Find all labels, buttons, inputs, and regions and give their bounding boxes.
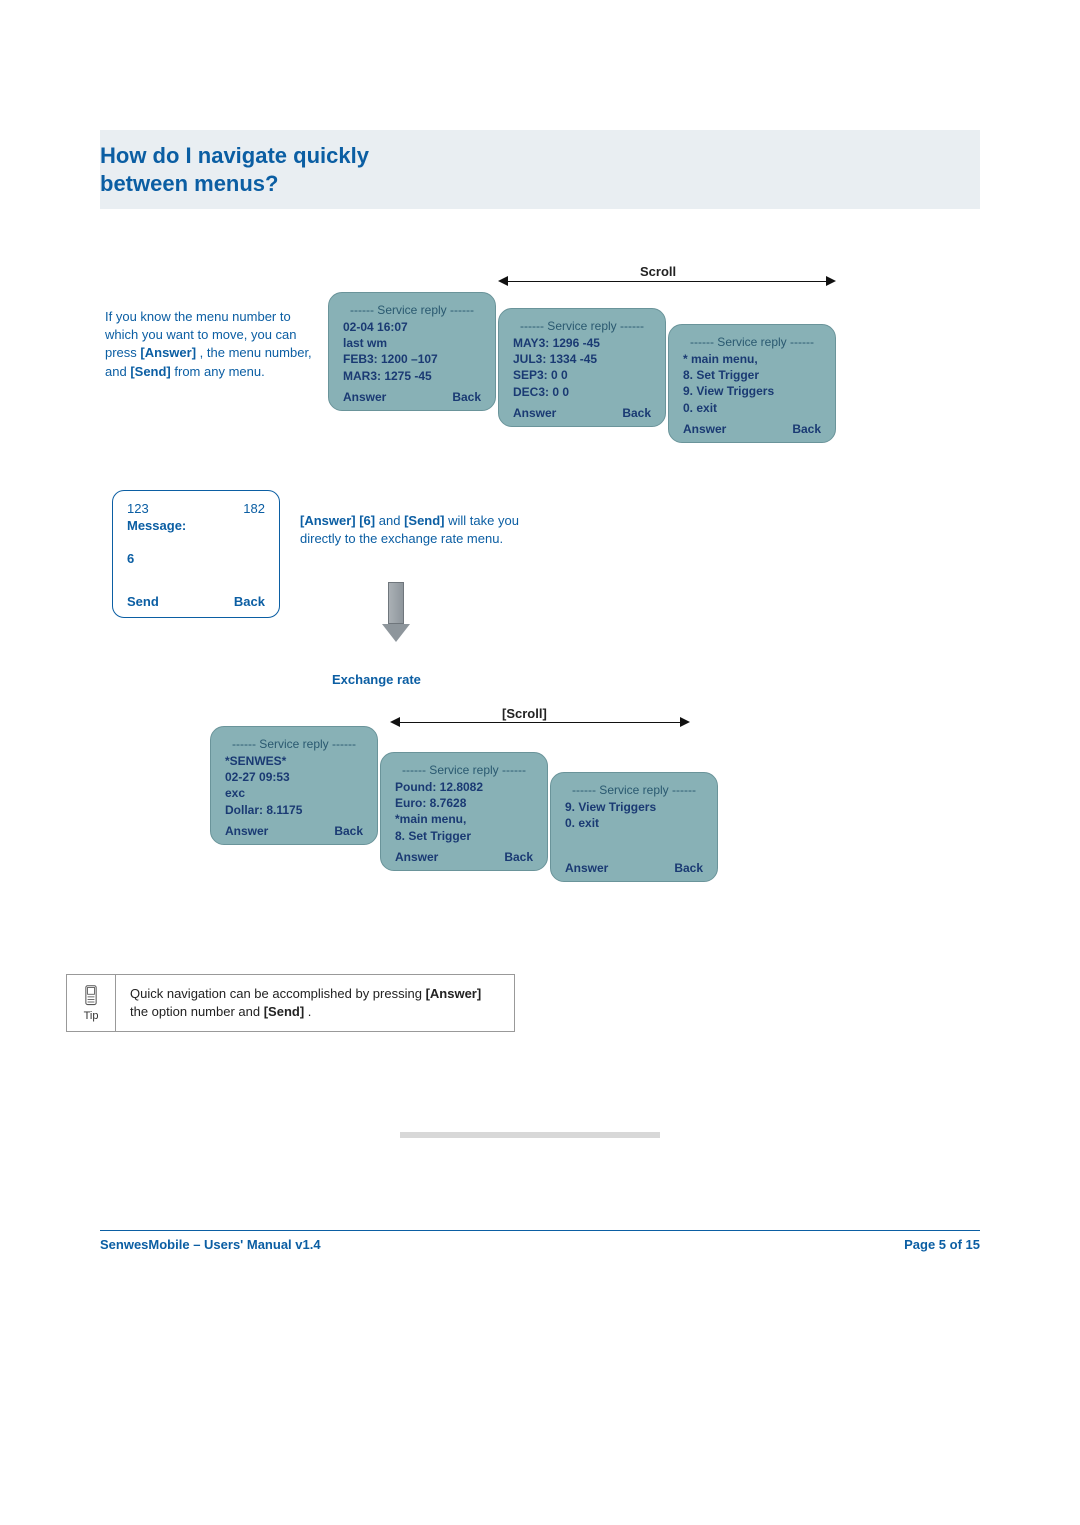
mid-paragraph: [Answer] [6] and [Send] will take you di…	[300, 512, 520, 548]
arrow-head-right-icon	[826, 276, 836, 286]
heading-line2: between menus?	[100, 171, 278, 196]
service-reply-header: ------ Service reply ------	[395, 763, 533, 777]
page-heading: How do I navigate quickly between menus?	[100, 130, 980, 209]
reply3-line3: 9. View Triggers	[683, 383, 821, 399]
tip-label: Tip	[84, 1010, 99, 1022]
back-button[interactable]: Back	[674, 861, 703, 875]
reply1-line4: MAR3: 1275 -45	[343, 368, 481, 384]
tip-text: Quick navigation can be accomplished by …	[115, 974, 515, 1032]
down-arrow-icon	[382, 582, 410, 642]
intro-part3: from any menu.	[174, 364, 264, 379]
answer-button[interactable]: Answer	[343, 390, 386, 404]
back-button[interactable]: Back	[452, 390, 481, 404]
scroll-arrow-line-bottom	[400, 722, 680, 723]
send-button[interactable]: Send	[127, 594, 159, 609]
tip-part1: Quick navigation can be accomplished by …	[130, 986, 426, 1001]
arrow-head-left-icon	[390, 717, 400, 727]
ex1-line4: Dollar: 8.1175	[225, 802, 363, 818]
compose-left-number: 123	[127, 501, 149, 516]
service-reply-header: ------ Service reply ------	[683, 335, 821, 349]
reply2-line4: DEC3: 0 0	[513, 384, 651, 400]
ex2-line1: Pound: 12.8082	[395, 779, 533, 795]
ex2-line3: *main menu,	[395, 811, 533, 827]
mid-part1: and	[379, 513, 404, 528]
service-reply-header: ------ Service reply ------	[225, 737, 363, 751]
exchange-rate-label: Exchange rate	[332, 672, 421, 687]
back-button[interactable]: Back	[504, 850, 533, 864]
ex1-line1: *SENWES*	[225, 753, 363, 769]
tip-icon-cell: Tip	[66, 974, 115, 1032]
ex2-line4: 8. Set Trigger	[395, 828, 533, 844]
answer-button[interactable]: Answer	[513, 406, 556, 420]
compose-message-value: 6	[127, 551, 265, 566]
answer-button[interactable]: Answer	[225, 824, 268, 838]
back-button[interactable]: Back	[234, 594, 265, 609]
intro-send-key: [Send]	[130, 364, 170, 379]
service-reply-header: ------ Service reply ------	[565, 783, 703, 797]
tip-part2: the option number and	[130, 1004, 264, 1019]
decorative-shadow	[400, 1132, 660, 1138]
answer-button[interactable]: Answer	[565, 861, 608, 875]
reply3-line1: * main menu,	[683, 351, 821, 367]
service-reply-header: ------ Service reply ------	[513, 319, 651, 333]
exchange-reply-box-3: ------ Service reply ------ 9. View Trig…	[550, 772, 718, 882]
intro-answer-key: [Answer]	[140, 345, 196, 360]
back-button[interactable]: Back	[622, 406, 651, 420]
reply1-line1: 02-04 16:07	[343, 319, 481, 335]
scroll-arrow-line-top	[508, 281, 826, 282]
reply2-line1: MAY3: 1296 -45	[513, 335, 651, 351]
scroll-label-bottom: [Scroll]	[502, 706, 547, 721]
reply1-line2: last wm	[343, 335, 481, 351]
footer-right: Page 5 of 15	[904, 1237, 980, 1252]
mid-answer-6: [Answer] [6]	[300, 513, 375, 528]
tip-part3: .	[308, 1004, 312, 1019]
exchange-reply-box-2: ------ Service reply ------ Pound: 12.80…	[380, 752, 548, 871]
tip-box: Tip Quick navigation can be accomplished…	[66, 974, 515, 1032]
back-button[interactable]: Back	[334, 824, 363, 838]
reply3-line2: 8. Set Trigger	[683, 367, 821, 383]
service-reply-header: ------ Service reply ------	[343, 303, 481, 317]
answer-button[interactable]: Answer	[395, 850, 438, 864]
reply2-line3: SEP3: 0 0	[513, 367, 651, 383]
ex1-line2: 02-27 09:53	[225, 769, 363, 785]
arrow-head-left-icon	[498, 276, 508, 286]
arrow-head-right-icon	[680, 717, 690, 727]
reply1-line3: FEB3: 1200 –107	[343, 351, 481, 367]
exchange-reply-box-1: ------ Service reply ------ *SENWES* 02-…	[210, 726, 378, 845]
tip-answer-key: [Answer]	[426, 986, 482, 1001]
phone-icon	[82, 984, 100, 1008]
compose-message-box: 123 182 Message: 6 Send Back	[112, 490, 280, 618]
scroll-label-top: Scroll	[640, 264, 676, 279]
ex1-line3: exc	[225, 785, 363, 801]
ex3-line2: 0. exit	[565, 815, 703, 831]
service-reply-box-2: ------ Service reply ------ MAY3: 1296 -…	[498, 308, 666, 427]
compose-message-label: Message:	[127, 518, 265, 533]
back-button[interactable]: Back	[792, 422, 821, 436]
intro-paragraph: If you know the menu number to which you…	[105, 308, 315, 381]
service-reply-box-1: ------ Service reply ------ 02-04 16:07 …	[328, 292, 496, 411]
answer-button[interactable]: Answer	[683, 422, 726, 436]
compose-right-number: 182	[243, 501, 265, 516]
reply2-line2: JUL3: 1334 -45	[513, 351, 651, 367]
page-footer: SenwesMobile – Users' Manual v1.4 Page 5…	[100, 1230, 980, 1252]
reply3-line4: 0. exit	[683, 400, 821, 416]
tip-send-key: [Send]	[264, 1004, 304, 1019]
service-reply-box-3: ------ Service reply ------ * main menu,…	[668, 324, 836, 443]
mid-send: [Send]	[404, 513, 444, 528]
ex3-line1: 9. View Triggers	[565, 799, 703, 815]
heading-line1: How do I navigate quickly	[100, 143, 369, 168]
footer-left: SenwesMobile – Users' Manual v1.4	[100, 1237, 321, 1252]
ex2-line2: Euro: 8.7628	[395, 795, 533, 811]
